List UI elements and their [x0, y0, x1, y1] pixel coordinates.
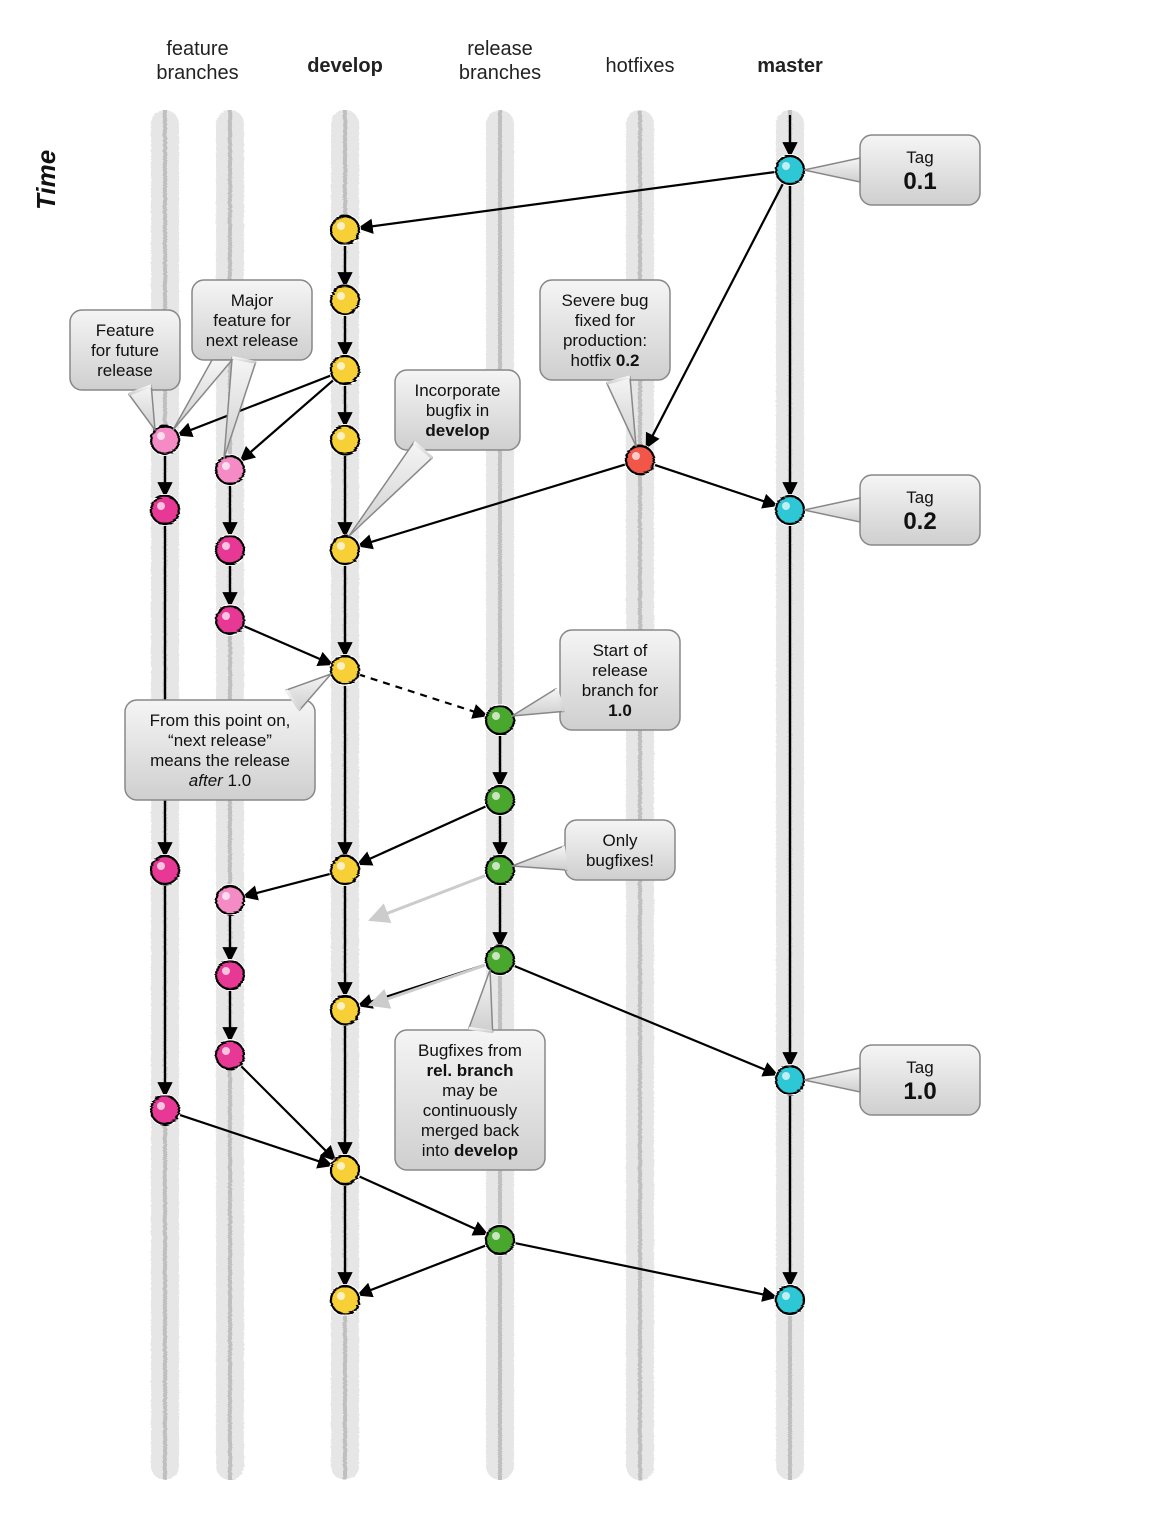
- commit-d3: [329, 354, 361, 386]
- svg-text:for future: for future: [91, 341, 159, 360]
- commit-r5: [484, 1224, 516, 1256]
- svg-text:“next release”: “next release”: [168, 731, 272, 750]
- commit-fa2: [149, 494, 181, 526]
- svg-text:Bugfixes from: Bugfixes from: [418, 1041, 522, 1060]
- svg-text:0.2: 0.2: [903, 508, 936, 535]
- edge: [358, 674, 486, 715]
- callout-bugfixes_merged: Bugfixes fromrel. branchmay becontinuous…: [395, 970, 545, 1170]
- commit-d8: [329, 994, 361, 1026]
- svg-text:continuously: continuously: [423, 1101, 518, 1120]
- svg-text:hotfix 0.2: hotfix 0.2: [571, 351, 640, 370]
- time-label: Time: [31, 150, 61, 210]
- edge: [243, 626, 332, 665]
- commit-m1: [774, 154, 806, 186]
- svg-text:into develop: into develop: [422, 1141, 518, 1160]
- lane-label-master: master: [757, 55, 823, 77]
- lane-labels: featurebranchesdevelopreleasebrancheshot…: [156, 38, 823, 84]
- tag-callout-t02: Tag0.2: [804, 475, 980, 545]
- edge: [359, 172, 776, 228]
- svg-text:next release: next release: [206, 331, 299, 350]
- lane-label-feature_a: feature: [166, 38, 228, 60]
- commit-fb1: [214, 454, 246, 486]
- lane-label-release: release: [467, 38, 533, 60]
- commit-d6: [329, 654, 361, 686]
- tag-callout-t01: Tag0.1: [804, 135, 980, 205]
- svg-text:means the release: means the release: [150, 751, 290, 770]
- lane-label-hotfix: hotfixes: [606, 55, 675, 77]
- svg-text:Severe bug: Severe bug: [562, 291, 649, 310]
- time-axis: Time: [31, 130, 86, 1190]
- svg-text:Feature: Feature: [96, 321, 155, 340]
- lane-label-develop: develop: [307, 55, 383, 77]
- commit-m2: [774, 494, 806, 526]
- commit-d2: [329, 284, 361, 316]
- commit-d10: [329, 1284, 361, 1316]
- svg-text:production:: production:: [563, 331, 647, 350]
- commit-m3: [774, 1064, 806, 1096]
- svg-text:feature for: feature for: [213, 311, 291, 330]
- commit-fb6: [214, 1039, 246, 1071]
- commit-fa3: [149, 854, 181, 886]
- svg-text:0.1: 0.1: [903, 168, 936, 195]
- svg-text:release: release: [592, 661, 648, 680]
- edge: [370, 875, 487, 920]
- svg-text:fixed for: fixed for: [575, 311, 636, 330]
- svg-text:bugfixes!: bugfixes!: [586, 851, 654, 870]
- commit-r2: [484, 784, 516, 816]
- svg-text:branch for: branch for: [582, 681, 659, 700]
- callout-only_bugfixes: Onlybugfixes!: [512, 820, 675, 880]
- svg-text:1.0: 1.0: [903, 1078, 936, 1105]
- svg-text:Incorporate: Incorporate: [415, 381, 501, 400]
- edge: [358, 1176, 487, 1234]
- commit-h1: [624, 444, 656, 476]
- commit-fb5: [214, 959, 246, 991]
- svg-text:Tag: Tag: [906, 148, 933, 167]
- commit-fb3: [214, 604, 246, 636]
- commit-d9: [329, 1154, 361, 1186]
- svg-text:From this point on,: From this point on,: [150, 711, 291, 730]
- svg-text:develop: develop: [425, 421, 489, 440]
- svg-text:Start of: Start of: [593, 641, 648, 660]
- commit-fb2: [214, 534, 246, 566]
- edge: [240, 1065, 335, 1160]
- commit-d4: [329, 424, 361, 456]
- edge: [653, 464, 776, 505]
- edge: [358, 806, 487, 864]
- commit-d1: [329, 214, 361, 246]
- svg-text:after 1.0: after 1.0: [189, 771, 251, 790]
- svg-text:may be: may be: [442, 1081, 498, 1100]
- edge: [178, 1114, 331, 1165]
- svg-text:Tag: Tag: [906, 1058, 933, 1077]
- svg-text:merged back: merged back: [421, 1121, 520, 1140]
- svg-text:branches: branches: [156, 62, 238, 84]
- svg-text:Tag: Tag: [906, 488, 933, 507]
- commit-m4: [774, 1284, 806, 1316]
- commit-d7: [329, 854, 361, 886]
- callouts: Featurefor futurereleaseMajorfeature for…: [70, 135, 980, 1170]
- commit-r3: [484, 854, 516, 886]
- svg-text:release: release: [97, 361, 153, 380]
- svg-text:Major: Major: [231, 291, 274, 310]
- svg-text:rel. branch: rel. branch: [427, 1061, 514, 1080]
- svg-text:branches: branches: [459, 62, 541, 84]
- gitflow-diagram: Time featurebranchesdevelopreleasebranch…: [0, 0, 1150, 1524]
- tag-callout-t10: Tag1.0: [804, 1045, 980, 1115]
- commit-r1: [484, 704, 516, 736]
- edge: [244, 874, 332, 897]
- svg-text:bugfix in: bugfix in: [426, 401, 489, 420]
- edge: [358, 1245, 487, 1295]
- svg-text:Only: Only: [603, 831, 638, 850]
- svg-text:1.0: 1.0: [608, 701, 632, 720]
- edge: [370, 965, 487, 1005]
- commit-fa4: [149, 1094, 181, 1126]
- callout-start_release: Start ofreleasebranch for1.0: [512, 630, 680, 730]
- commit-d5: [329, 534, 361, 566]
- commit-fb4: [214, 884, 246, 916]
